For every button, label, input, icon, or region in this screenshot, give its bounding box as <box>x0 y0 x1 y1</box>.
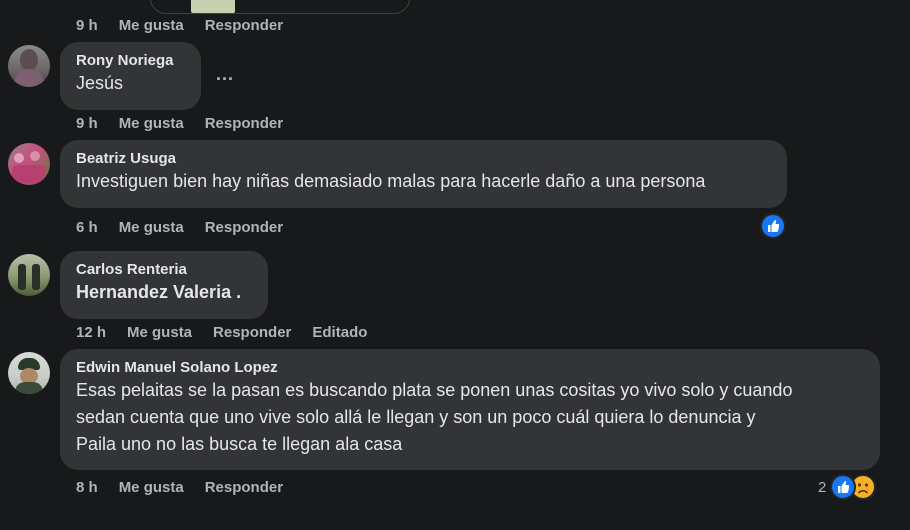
comment-actions: 12 h Me gusta Responder Editado <box>76 324 388 341</box>
previous-comment-media <box>150 0 410 14</box>
reaction-count[interactable]: 2 <box>818 479 826 496</box>
comment-text: Hernandez Valeria . <box>76 282 242 302</box>
reply-link[interactable]: Responder <box>213 324 291 341</box>
comment-text-line: Paila uno no las busca te llegan ala cas… <box>76 434 403 454</box>
reply-link[interactable]: Responder <box>205 17 283 34</box>
like-link[interactable]: Me gusta <box>119 479 184 496</box>
comment-author[interactable]: Beatriz Usuga <box>76 149 771 168</box>
avatar[interactable] <box>8 352 50 394</box>
reply-link[interactable]: Responder <box>205 115 283 132</box>
more-options-icon[interactable]: ... <box>216 64 234 85</box>
comment-time: 6 h <box>76 219 98 236</box>
edited-label: Editado <box>312 324 368 341</box>
comment-text: Investiguen bien hay niñas demasiado mal… <box>76 171 706 191</box>
top-comment-actions: 9 h Me gusta Responder <box>76 17 304 34</box>
comment-author[interactable]: Edwin Manuel Solano Lopez <box>76 358 864 377</box>
reply-link[interactable]: Responder <box>205 219 283 236</box>
comment-actions: 9 h Me gusta Responder <box>76 115 304 132</box>
comment-text-line: sedan cuenta que uno vive solo allá le l… <box>76 407 756 427</box>
comment-actions: 6 h Me gusta Responder <box>76 219 304 236</box>
avatar[interactable] <box>8 254 50 296</box>
like-link[interactable]: Me gusta <box>119 17 184 34</box>
like-icon[interactable] <box>760 213 786 239</box>
comment-time: 9 h <box>76 115 98 132</box>
media-thumbnail <box>191 0 235 13</box>
like-icon[interactable] <box>830 474 856 500</box>
reply-link[interactable]: Responder <box>205 479 283 496</box>
comment-text: Jesús <box>76 73 124 93</box>
comment-author[interactable]: Carlos Renteria <box>76 260 252 279</box>
comment-time: 12 h <box>76 324 107 341</box>
avatar[interactable] <box>8 45 50 87</box>
comment-time: 8 h <box>76 479 98 496</box>
comment-time: 9 h <box>76 17 98 34</box>
like-link[interactable]: Me gusta <box>119 219 184 236</box>
comment-bubble: Rony Noriega Jesús <box>60 42 201 110</box>
comment-bubble: Edwin Manuel Solano Lopez Esas pelaitas … <box>60 349 880 470</box>
avatar[interactable] <box>8 143 50 185</box>
comment-author[interactable]: Rony Noriega <box>76 51 185 70</box>
like-link[interactable]: Me gusta <box>119 115 184 132</box>
like-link[interactable]: Me gusta <box>127 324 192 341</box>
comment-bubble: Carlos Renteria Hernandez Valeria . <box>60 251 268 319</box>
comment-bubble: Beatriz Usuga Investiguen bien hay niñas… <box>60 140 787 208</box>
comment-text-line: Esas pelaitas se la pasan es buscando pl… <box>76 380 793 400</box>
comment-actions: 8 h Me gusta Responder <box>76 479 304 496</box>
